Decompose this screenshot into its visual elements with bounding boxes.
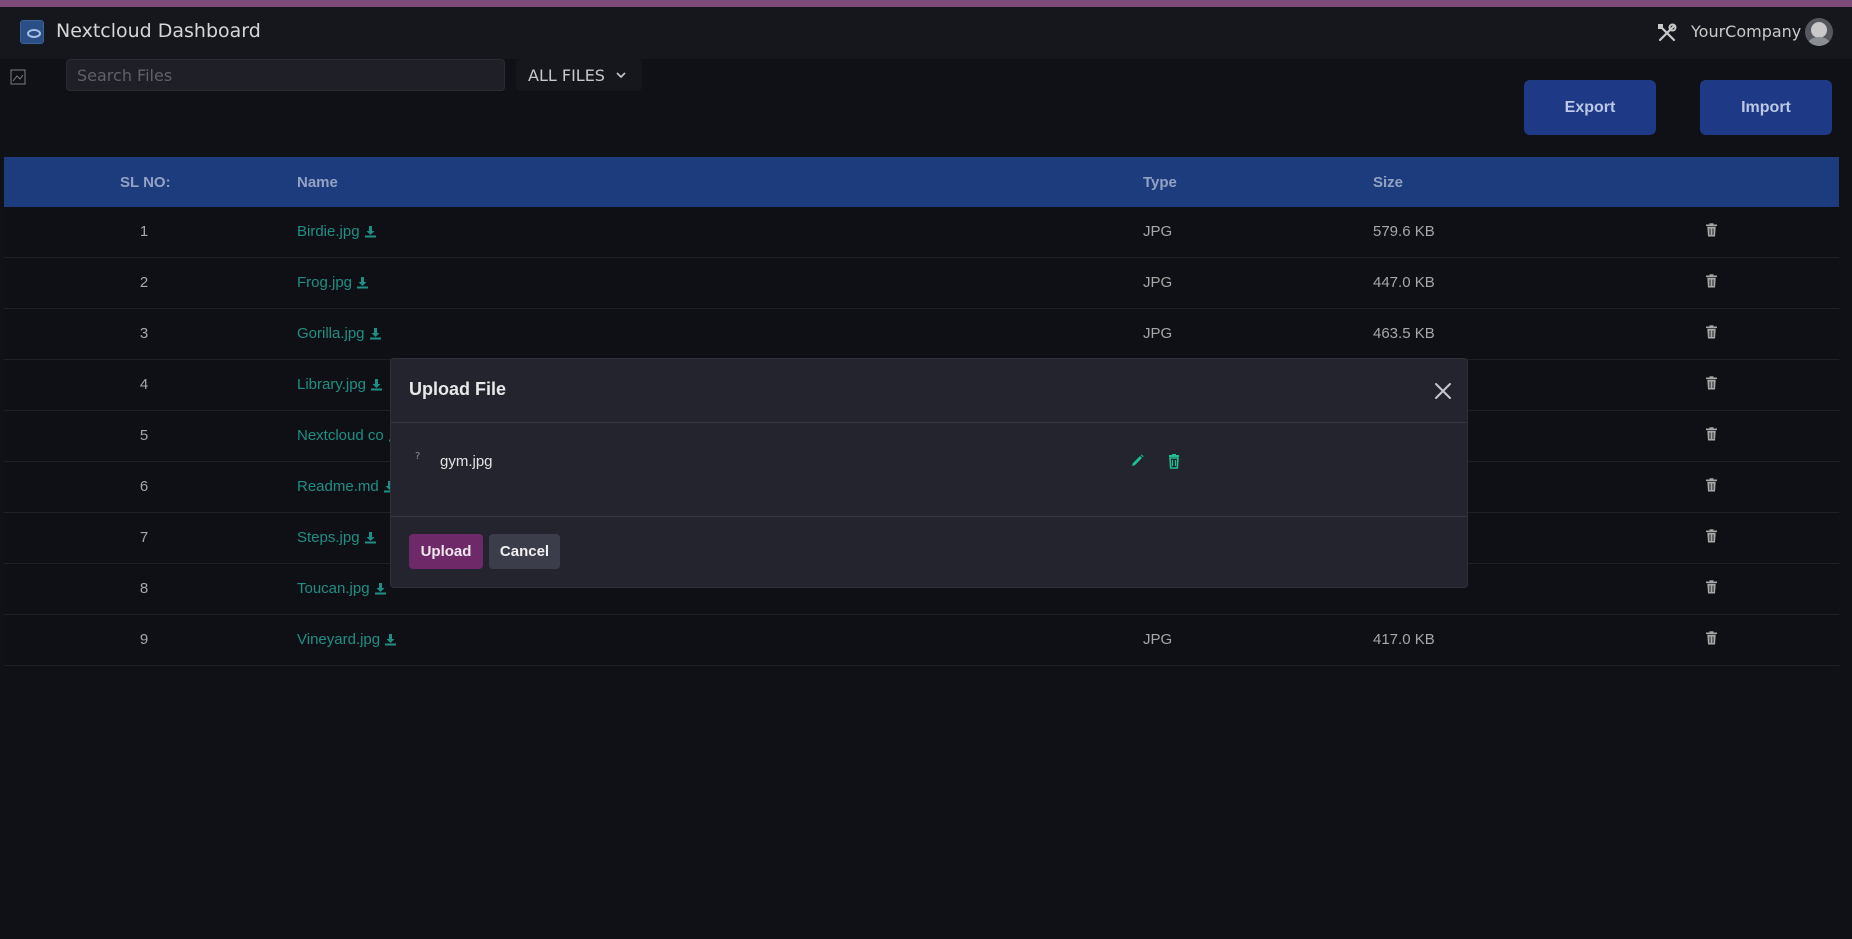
file-type-marker: ? [415,451,421,462]
trash-icon[interactable] [1705,631,1718,645]
file-link[interactable]: Nextcloud co [297,427,401,444]
trash-icon[interactable] [1705,478,1718,492]
app-header: Nextcloud Dashboard YourCompany [0,7,1852,59]
file-name-text[interactable]: Nextcloud co [297,427,384,444]
row-type: JPG [1143,223,1173,240]
pencil-icon[interactable] [1129,453,1145,469]
modal-divider [391,422,1467,423]
row-type: JPG [1143,325,1173,342]
close-icon[interactable] [1431,379,1455,403]
file-link[interactable]: Readme.md [297,478,396,495]
file-link[interactable]: Library.jpg [297,376,383,393]
trash-icon[interactable] [1705,325,1718,339]
company-name[interactable]: YourCompany [1691,22,1801,41]
row-type: JPG [1143,631,1173,648]
app-title: Nextcloud Dashboard [56,20,261,42]
table-row: 9 Vineyard.jpg JPG 417.0 KB [4,615,1839,666]
row-size: 417.0 KB [1373,631,1435,648]
top-accent-stripe [0,0,1852,7]
row-sl-no: 1 [139,223,149,240]
trash-icon[interactable] [1166,453,1182,469]
export-button[interactable]: Export [1524,80,1656,135]
row-size: 579.6 KB [1373,223,1435,240]
download-icon[interactable] [364,531,377,544]
file-link[interactable]: Toucan.jpg [297,580,387,597]
row-sl-no: 3 [139,325,149,342]
row-sl-no: 4 [139,376,149,393]
file-name-text[interactable]: Steps.jpg [297,529,360,546]
file-name-text[interactable]: Gorilla.jpg [297,325,365,342]
file-filter-label: ALL FILES [528,65,605,85]
broken-image-icon [10,69,26,85]
modal-divider [391,516,1467,517]
table-row: 3 Gorilla.jpg JPG 463.5 KB [4,309,1839,360]
chevron-down-icon [616,72,626,79]
file-link[interactable]: Frog.jpg [297,274,369,291]
row-sl-no: 7 [139,529,149,546]
file-link[interactable]: Steps.jpg [297,529,377,546]
upload-file-modal: Upload File ? gym.jpg Upload Cancel [390,358,1468,588]
trash-icon[interactable] [1705,529,1718,543]
header-sl-no: SL NO: [120,173,171,191]
header-name[interactable]: Name [297,174,338,191]
table-row: 1 Birdie.jpg JPG 579.6 KB [4,207,1839,258]
search-input[interactable] [66,59,505,91]
trash-icon[interactable] [1705,223,1718,237]
table-header: SL NO: Name Type Size [4,157,1839,207]
table-row: 2 Frog.jpg JPG 447.0 KB [4,258,1839,309]
upload-button[interactable]: Upload [409,534,483,569]
cancel-button[interactable]: Cancel [489,534,560,569]
row-size: 463.5 KB [1373,325,1435,342]
file-name-text[interactable]: Toucan.jpg [297,580,370,597]
download-icon[interactable] [384,633,397,646]
row-size: 447.0 KB [1373,274,1435,291]
row-type: JPG [1143,274,1173,291]
scrollbar-track[interactable] [1840,157,1852,939]
row-sl-no: 5 [139,427,149,444]
modal-title: Upload File [409,379,507,399]
file-link[interactable]: Gorilla.jpg [297,325,382,342]
file-name-text[interactable]: Birdie.jpg [297,223,360,240]
trash-icon[interactable] [1705,376,1718,390]
user-avatar[interactable] [1805,18,1833,46]
row-sl-no: 9 [139,631,149,648]
file-link[interactable]: Vineyard.jpg [297,631,397,648]
row-sl-no: 2 [139,274,149,291]
trash-icon[interactable] [1705,580,1718,594]
download-icon[interactable] [356,276,369,289]
row-sl-no: 6 [139,478,149,495]
file-name-text[interactable]: Frog.jpg [297,274,352,291]
file-filter-dropdown[interactable]: ALL FILES [516,59,642,91]
download-icon[interactable] [370,378,383,391]
nextcloud-logo-icon[interactable] [20,20,44,44]
download-icon[interactable] [374,582,387,595]
import-button[interactable]: Import [1700,80,1832,135]
file-name-text[interactable]: Vineyard.jpg [297,631,380,648]
header-size[interactable]: Size [1373,174,1403,191]
tools-icon[interactable] [1655,21,1679,45]
selected-file-name: gym.jpg [440,453,493,470]
trash-icon[interactable] [1705,274,1718,288]
download-icon[interactable] [369,327,382,340]
trash-icon[interactable] [1705,427,1718,441]
file-link[interactable]: Birdie.jpg [297,223,377,240]
file-name-text[interactable]: Readme.md [297,478,379,495]
row-sl-no: 8 [139,580,149,597]
header-type[interactable]: Type [1143,174,1177,191]
file-name-text[interactable]: Library.jpg [297,376,366,393]
download-icon[interactable] [364,225,377,238]
